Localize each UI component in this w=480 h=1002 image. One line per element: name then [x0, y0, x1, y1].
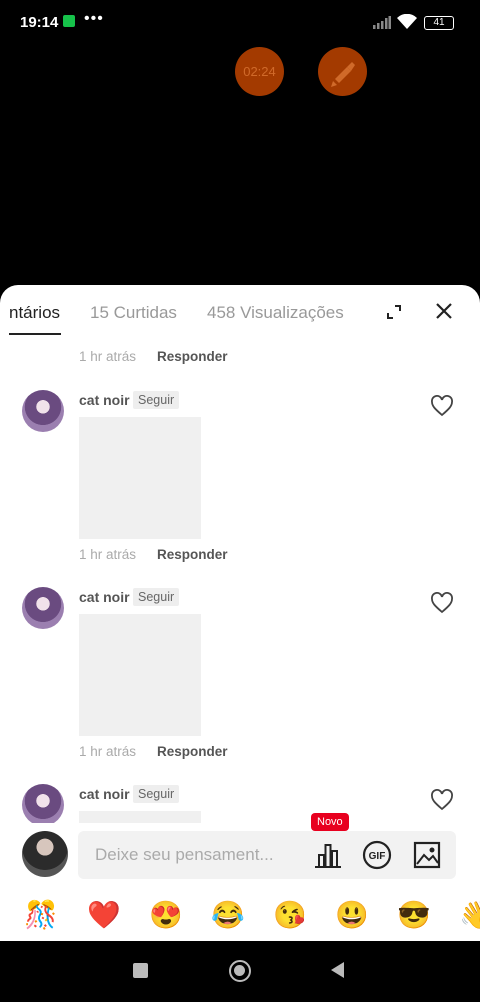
- system-nav-bar: [0, 941, 480, 1002]
- wifi-icon: [397, 14, 417, 29]
- emoji-button[interactable]: 😂: [211, 899, 245, 931]
- comment-sticker: [79, 417, 201, 539]
- gif-label: GIF: [369, 851, 386, 862]
- emoji-button[interactable]: 😃: [335, 899, 369, 931]
- tab-comments[interactable]: ntários: [9, 303, 60, 323]
- emoji-button[interactable]: 👋: [459, 899, 480, 931]
- reply-button[interactable]: Responder: [157, 547, 228, 562]
- heart-icon[interactable]: [430, 395, 454, 417]
- gif-icon[interactable]: GIF: [362, 840, 392, 870]
- reply-button[interactable]: Responder: [157, 744, 228, 759]
- comment-time: 1 hr atrás: [79, 349, 137, 364]
- emoji-button[interactable]: ❤️: [87, 899, 121, 931]
- comment-username[interactable]: cat noir: [79, 392, 130, 408]
- brush-icon: [331, 62, 355, 87]
- avatar[interactable]: [22, 390, 64, 432]
- comment-sticker: [79, 614, 201, 736]
- expand-icon[interactable]: [384, 302, 404, 322]
- heart-icon[interactable]: [430, 592, 454, 614]
- more-notifications-icon: •••: [84, 10, 104, 27]
- reply-button[interactable]: Responder: [157, 349, 228, 364]
- emoji-button[interactable]: 😎: [397, 899, 431, 931]
- follow-button[interactable]: Seguir: [133, 785, 180, 803]
- call-icon: [63, 15, 75, 27]
- comment-field[interactable]: Deixe seu pensament... GIF: [78, 831, 456, 879]
- battery-icon: 41: [424, 16, 454, 30]
- comment-time: 1 hr atrás: [79, 744, 137, 759]
- emoji-button[interactable]: 😘: [273, 899, 307, 931]
- image-icon[interactable]: [412, 840, 442, 870]
- emoji-row: 🎊 ❤️ 😍 😂 😘 😃 😎 👋: [0, 889, 480, 941]
- signal-icon: [373, 16, 391, 29]
- clock: 19:14: [20, 14, 59, 31]
- poll-icon[interactable]: [313, 841, 343, 869]
- emoji-button[interactable]: 😍: [149, 899, 183, 931]
- tab-likes[interactable]: 15 Curtidas: [90, 303, 177, 323]
- comment-input[interactable]: Deixe seu pensament...: [95, 845, 274, 865]
- my-avatar: [22, 831, 68, 877]
- comments-sheet: ntários 15 Curtidas 458 Visualizações 1 …: [0, 285, 480, 941]
- avatar[interactable]: [22, 587, 64, 629]
- recording-timer-button[interactable]: 02:24: [235, 47, 284, 96]
- active-tab-indicator: [9, 333, 61, 335]
- comment-username[interactable]: cat noir: [79, 786, 130, 802]
- close-icon[interactable]: [434, 301, 454, 321]
- comment-input-bar: Deixe seu pensament... GIF: [0, 823, 480, 883]
- tab-bar: ntários 15 Curtidas 458 Visualizações: [0, 285, 480, 337]
- comment-sticker: [79, 811, 201, 823]
- tab-views[interactable]: 458 Visualizações: [207, 303, 344, 323]
- emoji-button[interactable]: 🎊: [24, 899, 58, 931]
- avatar[interactable]: [22, 784, 64, 826]
- home-button[interactable]: [229, 960, 251, 982]
- new-badge: Novo: [311, 813, 349, 831]
- comment-username[interactable]: cat noir: [79, 589, 130, 605]
- heart-icon[interactable]: [430, 789, 454, 811]
- follow-button[interactable]: Seguir: [133, 391, 180, 409]
- back-button[interactable]: [331, 962, 344, 978]
- follow-button[interactable]: Seguir: [133, 588, 180, 606]
- brush-button[interactable]: [318, 47, 367, 96]
- recents-button[interactable]: [133, 963, 148, 978]
- status-bar: 19:14 ••• 41: [0, 0, 480, 46]
- comment-time: 1 hr atrás: [79, 547, 137, 562]
